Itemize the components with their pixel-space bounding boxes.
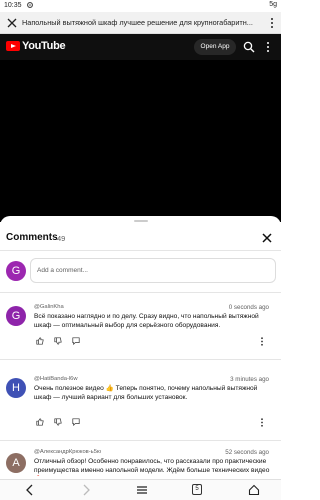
- drag-handle[interactable]: [134, 220, 148, 222]
- thumbs-up-icon[interactable]: [36, 418, 44, 426]
- comment-text: Очень полезное видео 👍 Теперь понятно, п…: [34, 385, 258, 401]
- more-vert-icon[interactable]: [265, 41, 271, 53]
- page-title: Напольный вытяжной шкаф лучшее решение д…: [22, 18, 253, 27]
- comment-author[interactable]: @HatiBanda-l6w: [34, 376, 78, 382]
- open-app-button[interactable]: Open App: [194, 39, 236, 55]
- status-network: 5g: [269, 1, 277, 8]
- settings-icon: [27, 2, 33, 8]
- comment-author[interactable]: @АлександрКрюков-ь5ю: [34, 449, 101, 455]
- avatar: A: [6, 453, 26, 473]
- comments-count: 49: [57, 234, 66, 243]
- reply-icon[interactable]: [72, 418, 80, 426]
- reply-icon[interactable]: [72, 337, 80, 345]
- more-vert-icon[interactable]: [260, 337, 264, 346]
- video-player[interactable]: [0, 60, 281, 222]
- comment-time: 52 seconds ago: [225, 449, 269, 456]
- menu-icon[interactable]: [136, 484, 148, 496]
- divider: [0, 250, 281, 251]
- thumbs-down-icon[interactable]: [54, 337, 62, 345]
- comment-time: 0 seconds ago: [228, 304, 269, 311]
- divider: [0, 292, 281, 293]
- comment-text: Всё показано наглядно и по делу. Сразу в…: [34, 313, 259, 329]
- status-bar: 10:35 5g: [0, 0, 281, 12]
- youtube-brand[interactable]: YouTube: [22, 40, 66, 52]
- forward-icon[interactable]: [80, 484, 92, 496]
- search-icon[interactable]: [243, 41, 255, 53]
- browser-title-bar: Напольный вытяжной шкаф лучшее решение д…: [0, 12, 281, 34]
- thumbs-down-icon[interactable]: [54, 418, 62, 426]
- tabs-button[interactable]: 5: [192, 484, 202, 495]
- comment-author[interactable]: @GalinKha: [34, 304, 64, 310]
- browser-bottom-nav: 5: [0, 479, 281, 500]
- more-vert-icon[interactable]: [269, 17, 275, 29]
- comment-time: 3 minutes ago: [230, 376, 269, 383]
- comments-panel: Comments 49 G Add a comment... G @GalinK…: [0, 216, 281, 476]
- divider: [0, 359, 281, 360]
- status-time: 10:35: [4, 2, 22, 9]
- avatar: H: [6, 378, 26, 398]
- add-comment-input[interactable]: Add a comment...: [30, 258, 276, 283]
- youtube-header: YouTube Open App: [0, 34, 281, 60]
- more-vert-icon[interactable]: [260, 418, 264, 427]
- thumbs-up-icon[interactable]: [36, 337, 44, 345]
- comments-title: Comments: [6, 232, 58, 243]
- back-icon[interactable]: [24, 484, 36, 496]
- close-icon[interactable]: [6, 17, 18, 29]
- avatar: G: [6, 306, 26, 326]
- youtube-logo-icon[interactable]: [6, 41, 20, 51]
- divider: [0, 440, 281, 441]
- comment-text: Отличный обзор! Особенно понравилось, чт…: [34, 458, 270, 474]
- home-icon[interactable]: [248, 484, 260, 496]
- close-icon[interactable]: [262, 233, 272, 243]
- avatar: G: [6, 261, 26, 281]
